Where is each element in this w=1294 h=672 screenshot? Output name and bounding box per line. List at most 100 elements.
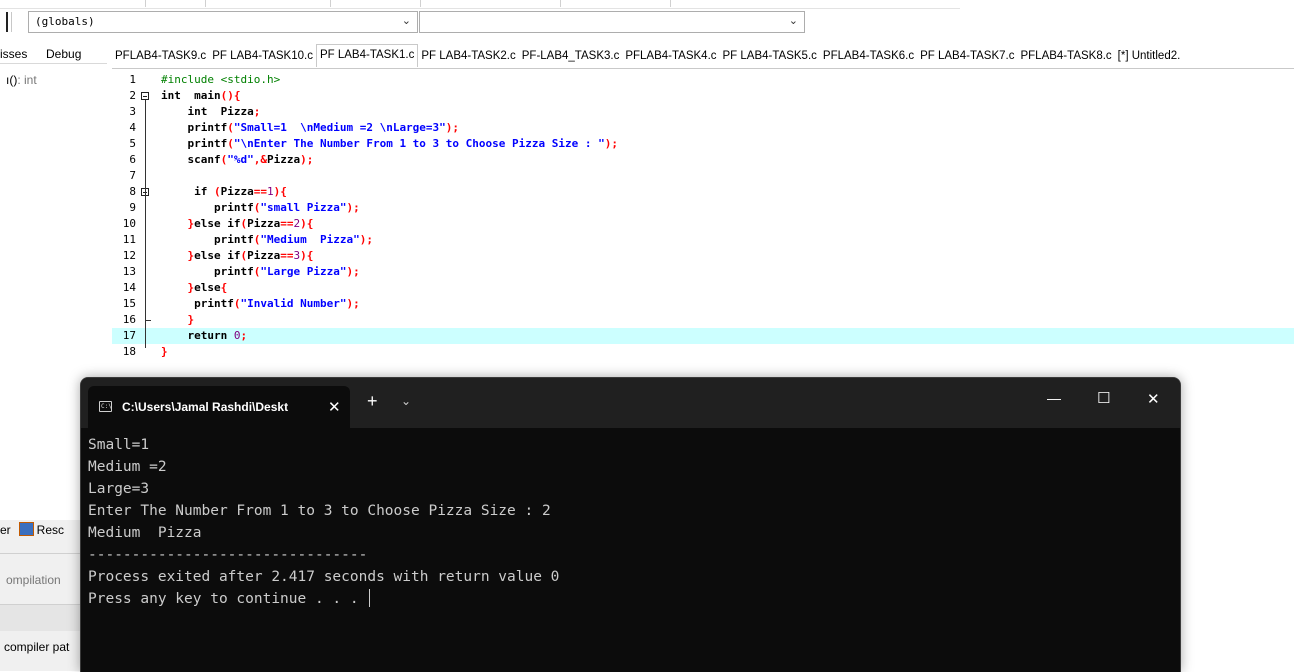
console-line-text: Enter The Number From 1 to 3 to Choose P… — [88, 503, 551, 519]
line-number: 3 — [129, 105, 136, 118]
code-line[interactable]: 17 return 0; — [112, 328, 1294, 344]
file-tab-bar: PFLAB4-TASK9.c PF LAB4-TASK10.c PF LAB4-TA… — [112, 44, 1294, 69]
chevron-down-icon[interactable]: ⌄ — [789, 14, 798, 27]
member-combo[interactable]: ⌄ — [419, 11, 805, 33]
code-line[interactable]: 4 printf("Small=1 \nMedium =2 \nLarge=3"… — [112, 120, 1294, 136]
code-text: printf("Large Pizza"); — [213, 265, 360, 278]
code-line[interactable]: 1 #include <stdio.h> — [112, 72, 1294, 88]
file-tab[interactable]: PF LAB4-TASK1.c — [315, 44, 419, 67]
bottom-panel-tabs: er Resc — [0, 522, 64, 537]
class-tree-item-main[interactable]: ı(): int — [6, 73, 37, 87]
scope-combo-value: (globals) — [35, 15, 95, 28]
code-line[interactable]: 2 int main(){ — [112, 88, 1294, 104]
code-line[interactable]: 3 int Pizza; — [112, 104, 1294, 120]
code-line[interactable]: 5 printf("\nEnter The Number From 1 to 3… — [112, 136, 1294, 152]
tab-compiler[interactable]: er — [0, 523, 11, 537]
console-line-text: Press any key to continue . . . — [88, 591, 368, 607]
file-tab[interactable]: PFLAB4-TASK9.c — [112, 44, 209, 68]
code-text: int Pizza; — [187, 105, 261, 118]
tab-resources[interactable]: Resc — [37, 523, 64, 537]
scope-combo[interactable]: (globals) ⌄ — [28, 11, 418, 33]
line-number: 7 — [129, 169, 136, 182]
tab-debug[interactable]: Debug — [46, 47, 82, 61]
console-line-text: Small=1 — [88, 437, 150, 453]
resources-icon — [18, 522, 34, 536]
line-number: 13 — [122, 265, 136, 278]
console-tab[interactable]: C:\Users\Jamal Rashdi\Deskt ✕ — [88, 386, 350, 428]
minimize-button[interactable]: — — [1047, 390, 1061, 406]
console-tab-title: C:\Users\Jamal Rashdi\Deskt — [122, 400, 289, 414]
code-line[interactable]: 9 printf("small Pizza"); — [112, 200, 1294, 216]
code-text: } — [161, 345, 168, 358]
console-line: Enter The Number From 1 to 3 to Choose P… — [88, 500, 1173, 522]
code-text: printf("Small=1 \nMedium =2 \nLarge=3"); — [187, 121, 460, 134]
file-tab[interactable]: PF-LAB4_TASK3.c — [519, 44, 623, 68]
file-tab[interactable]: PFLAB4-TASK6.c — [820, 44, 917, 68]
console-titlebar[interactable]: C:\Users\Jamal Rashdi\Deskt ✕ + ⌄ — ☐ ✕ — [81, 378, 1180, 428]
close-tab-icon[interactable]: ✕ — [328, 398, 341, 416]
line-number: 1 — [129, 73, 136, 86]
console-line-text: -------------------------------- — [88, 547, 368, 563]
file-tab[interactable]: PF LAB4-TASK5.c — [720, 44, 820, 68]
maximize-button[interactable]: ☐ — [1097, 389, 1110, 407]
code-line[interactable]: 16 } — [112, 312, 1294, 328]
code-line[interactable]: 11 printf("Medium Pizza"); — [112, 232, 1294, 248]
console-line: Medium Pizza — [88, 522, 1173, 544]
file-tab[interactable]: PFLAB4-TASK4.c — [622, 44, 719, 68]
console-line: Small=1 — [88, 434, 1173, 456]
code-text: printf("Medium Pizza"); — [213, 233, 373, 246]
console-line-text: Large=3 — [88, 481, 150, 497]
line-number: 2 — [129, 89, 136, 102]
code-editor[interactable]: 1 #include <stdio.h> 2 int main(){ 3 int Piz… — [112, 70, 1294, 380]
code-text: scanf("%d",&Pizza); — [187, 153, 314, 166]
new-tab-button[interactable]: + — [367, 391, 378, 412]
line-number: 12 — [122, 249, 136, 262]
console-window[interactable]: C:\Users\Jamal Rashdi\Deskt ✕ + ⌄ — ☐ ✕ … — [80, 377, 1181, 672]
file-tab[interactable]: PF LAB4-TASK2.c — [418, 44, 518, 68]
terminal-icon — [99, 401, 112, 412]
line-number: 4 — [129, 121, 136, 134]
code-text: }else if(Pizza==2){ — [187, 217, 314, 230]
code-line[interactable]: 10 }else if(Pizza==2){ — [112, 216, 1294, 232]
file-tab[interactable]: [*] Untitled2. — [1115, 44, 1184, 68]
line-number: 8 — [129, 185, 136, 198]
console-line: -------------------------------- — [88, 544, 1173, 566]
file-tab-underline — [112, 68, 1294, 69]
fold-toggle-icon[interactable] — [141, 92, 149, 100]
code-line[interactable]: 13 printf("Large Pizza"); — [112, 264, 1294, 280]
code-line[interactable]: 18} — [112, 344, 1294, 360]
tab-classes[interactable]: isses — [0, 47, 27, 61]
code-line[interactable]: 14 }else{ — [112, 280, 1294, 296]
file-tab[interactable]: PF LAB4-TASK7.c — [917, 44, 1017, 68]
code-line[interactable]: 12 }else if(Pizza==3){ — [112, 248, 1294, 264]
code-line[interactable]: 7 — [112, 168, 1294, 184]
line-number: 15 — [122, 297, 136, 310]
code-text: if (Pizza==1){ — [194, 185, 287, 198]
code-text: }else if(Pizza==3){ — [187, 249, 314, 262]
line-number: 11 — [122, 233, 136, 246]
fold-line — [145, 100, 146, 348]
code-line[interactable]: 15 printf("Invalid Number"); — [112, 296, 1294, 312]
code-text: printf("small Pizza"); — [213, 201, 360, 214]
tab-dropdown-icon[interactable]: ⌄ — [401, 394, 411, 408]
code-text: int main(){ — [161, 89, 241, 102]
fold-end-tick — [145, 320, 151, 321]
line-number: 6 — [129, 153, 136, 166]
console-output[interactable]: Small=1 Medium =2 Large=3 Enter The Number … — [88, 434, 1173, 610]
toolbar-grip[interactable] — [6, 12, 8, 32]
code-line[interactable]: 6 scanf("%d",&Pizza); — [112, 152, 1294, 168]
line-number: 9 — [129, 201, 136, 214]
compiler-path-label: compiler pat — [4, 640, 70, 654]
left-pane-divider — [0, 63, 107, 64]
line-number: 14 — [122, 281, 136, 294]
toolbar-separator — [11, 12, 12, 32]
file-tab[interactable]: PFLAB4-TASK8.c — [1017, 44, 1114, 68]
console-line-text: Medium Pizza — [88, 525, 202, 541]
line-number: 17 — [122, 329, 136, 342]
code-line[interactable]: 8 if (Pizza==1){ — [112, 184, 1294, 200]
close-window-button[interactable]: ✕ — [1147, 390, 1160, 408]
chevron-down-icon[interactable]: ⌄ — [402, 14, 411, 27]
line-number: 5 — [129, 137, 136, 150]
line-number: 18 — [122, 345, 136, 358]
file-tab[interactable]: PF LAB4-TASK10.c — [209, 44, 316, 68]
